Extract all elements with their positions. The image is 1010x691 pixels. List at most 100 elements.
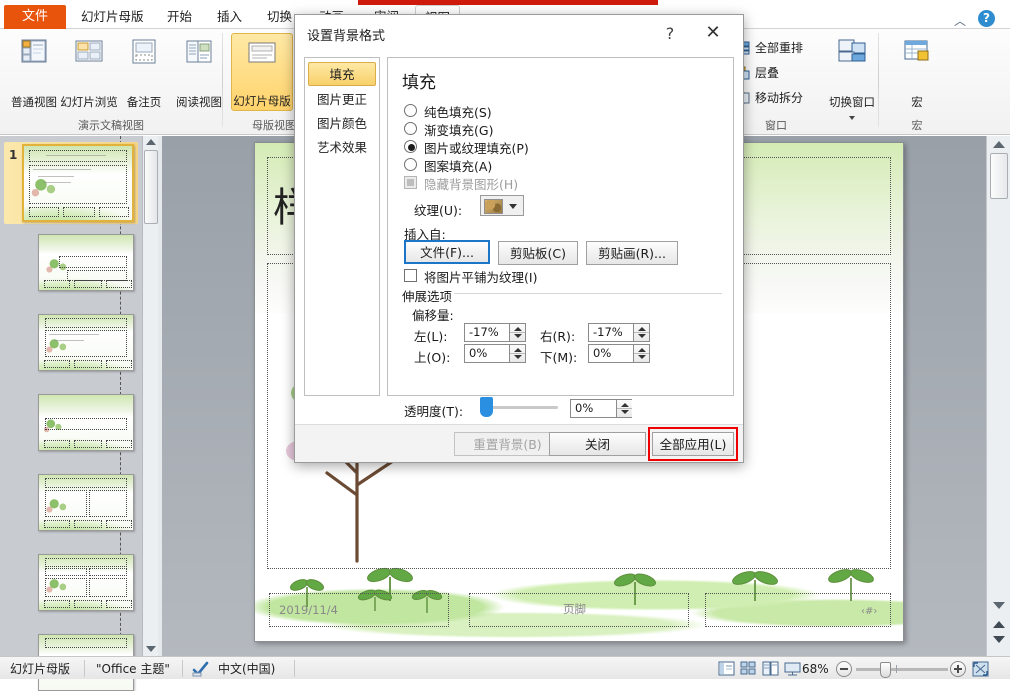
tab-slide-master[interactable]: 幻灯片母版 <box>72 5 153 29</box>
radio-icon[interactable] <box>404 122 417 135</box>
help-icon[interactable]: ? <box>978 10 995 27</box>
ribbon-button-slide-sorter[interactable]: 幻灯片浏览 <box>61 33 117 111</box>
group-macro: 宏 宏 <box>882 29 952 135</box>
nav-item-fill[interactable]: 填充 <box>308 62 376 86</box>
slide-vertical-scrollbar[interactable] <box>986 136 1010 656</box>
mini-placeholder-left <box>45 490 87 517</box>
ribbon-button-macro[interactable]: 宏 <box>889 33 945 111</box>
status-normal-view-button[interactable] <box>718 661 735 676</box>
group-separator <box>878 33 879 127</box>
spinner-down-icon[interactable] <box>638 355 646 359</box>
spinner-buttons[interactable] <box>633 345 649 362</box>
list-item[interactable] <box>38 314 134 371</box>
dialog-fill-panel: 填充 纯色填充(S) 渐变填充(G) 图片或纹理填充(P) 图案填充(A) <box>387 57 734 396</box>
transparency-slider-track[interactable] <box>482 406 558 409</box>
group-presentation-views: 普通视图 幻灯片浏览 <box>0 29 222 135</box>
checkbox-icon[interactable] <box>404 269 417 282</box>
insert-from-file-button[interactable]: 文件(F)... <box>404 240 490 264</box>
ribbon-button-slide-master[interactable]: 幻灯片母版 <box>231 33 293 111</box>
ribbon-button-normal-view[interactable]: 普通视图 <box>6 33 62 111</box>
spinner-up-icon[interactable] <box>621 403 629 407</box>
spinner-up-icon[interactable] <box>638 348 646 352</box>
zoom-out-button[interactable] <box>836 661 852 677</box>
status-reading-view-button[interactable] <box>762 661 779 676</box>
scroll-up-arrow[interactable] <box>146 139 156 145</box>
format-background-dialog[interactable]: 设置背景格式 ? ✕ 填充 图片更正 图片颜色 艺术效果 填充 纯色填充(S) <box>294 14 744 463</box>
close-button[interactable]: 关闭 <box>549 432 646 456</box>
ribbon-button-move-split[interactable]: 移动拆分 <box>734 87 803 109</box>
spinner-down-icon[interactable] <box>514 334 522 338</box>
offset-top-input[interactable]: 0% <box>464 344 526 363</box>
spinner-up-icon[interactable] <box>514 327 522 331</box>
thumbnail-scrollbar[interactable] <box>142 136 158 656</box>
spinner-buttons[interactable] <box>633 324 649 341</box>
group-window: 全部重排 层叠 移动拆 <box>728 29 878 135</box>
radio-icon[interactable] <box>404 104 417 117</box>
list-item[interactable] <box>38 394 134 451</box>
nav-item-picture-correction[interactable]: 图片更正 <box>308 88 376 112</box>
zoom-slider-tick <box>896 665 897 673</box>
ribbon-button-label: 全部重排 <box>755 41 803 55</box>
offset-top-value: 0% <box>469 346 487 360</box>
nav-item-picture-color[interactable]: 图片颜色 <box>308 112 376 136</box>
status-slideshow-button[interactable] <box>784 661 801 676</box>
fit-to-window-button[interactable] <box>972 661 989 677</box>
radio-label: 纯色填充(S) <box>424 102 492 121</box>
zoom-slider-thumb[interactable] <box>880 662 891 678</box>
list-item[interactable] <box>38 554 134 611</box>
insert-from-clipart-button[interactable]: 剪贴画(R)... <box>586 241 678 265</box>
tab-insert[interactable]: 插入 <box>208 5 251 29</box>
transparency-slider-thumb[interactable] <box>480 397 493 417</box>
dialog-title-bar: 设置背景格式 ? ✕ <box>295 15 743 53</box>
question-mark-icon[interactable]: ? <box>659 23 681 45</box>
radio-icon[interactable] <box>404 140 417 153</box>
spinner-up-icon[interactable] <box>638 327 646 331</box>
offset-bottom-input[interactable]: 0% <box>588 344 650 363</box>
zoom-slider-track[interactable] <box>856 668 948 671</box>
status-language-label[interactable]: 中文(中国) <box>218 661 275 677</box>
spinner-down-icon[interactable] <box>621 410 629 414</box>
chevron-up-icon[interactable]: ︿ <box>954 12 966 29</box>
transparency-spinner-buttons[interactable] <box>616 400 632 417</box>
scroll-thumb[interactable] <box>990 153 1008 199</box>
scroll-down-arrow[interactable] <box>146 646 156 652</box>
chevron-down-icon[interactable] <box>509 204 517 209</box>
scroll-thumb[interactable] <box>144 150 158 224</box>
previous-slide-button[interactable] <box>993 621 1005 628</box>
spinner-down-icon[interactable] <box>514 355 522 359</box>
zoom-in-button[interactable] <box>950 661 966 677</box>
radio-icon[interactable] <box>404 158 417 171</box>
scroll-up-arrow[interactable] <box>993 141 1005 148</box>
offset-right-label: 右(R): <box>540 326 575 345</box>
texture-dropdown[interactable] <box>480 195 524 216</box>
list-item[interactable] <box>38 234 134 291</box>
spinner-down-icon[interactable] <box>638 334 646 338</box>
ribbon-button-notes-page[interactable]: 备注页 <box>116 33 172 111</box>
offset-right-input[interactable]: -17% <box>588 323 650 342</box>
offset-left-input[interactable]: -17% <box>464 323 526 342</box>
spellcheck-icon[interactable] <box>192 661 210 677</box>
chevron-down-icon[interactable] <box>849 116 855 120</box>
list-item[interactable] <box>38 474 134 531</box>
slide-thumbnail-pane[interactable]: 1 <box>0 136 142 656</box>
offset-bottom-value: 0% <box>593 346 611 360</box>
ribbon-button-reading-view[interactable]: 阅读视图 <box>171 33 227 111</box>
transparency-label: 透明度(T): <box>404 401 463 420</box>
nav-item-artistic-effects[interactable]: 艺术效果 <box>308 136 376 160</box>
switch-windows-icon <box>835 37 869 67</box>
scroll-down-arrow[interactable] <box>993 602 1005 609</box>
list-item[interactable] <box>22 144 134 222</box>
spinner-buttons[interactable] <box>509 345 525 362</box>
insert-from-clipboard-button[interactable]: 剪贴板(C) <box>498 241 578 265</box>
spinner-buttons[interactable] <box>509 324 525 341</box>
tab-home[interactable]: 开始 <box>158 5 201 29</box>
next-slide-button[interactable] <box>993 636 1005 643</box>
ribbon-button-switch-windows[interactable]: 切换窗口 <box>824 33 880 111</box>
ribbon-button-arrange-all[interactable]: 全部重排 <box>734 37 803 59</box>
spinner-up-icon[interactable] <box>514 348 522 352</box>
tab-file[interactable]: 文件 <box>4 5 66 29</box>
dialog-nav-pane[interactable]: 填充 图片更正 图片颜色 艺术效果 <box>304 57 380 396</box>
status-slide-sorter-button[interactable] <box>740 661 757 676</box>
mini-placeholder-number <box>106 280 132 288</box>
close-icon[interactable]: ✕ <box>701 23 725 45</box>
